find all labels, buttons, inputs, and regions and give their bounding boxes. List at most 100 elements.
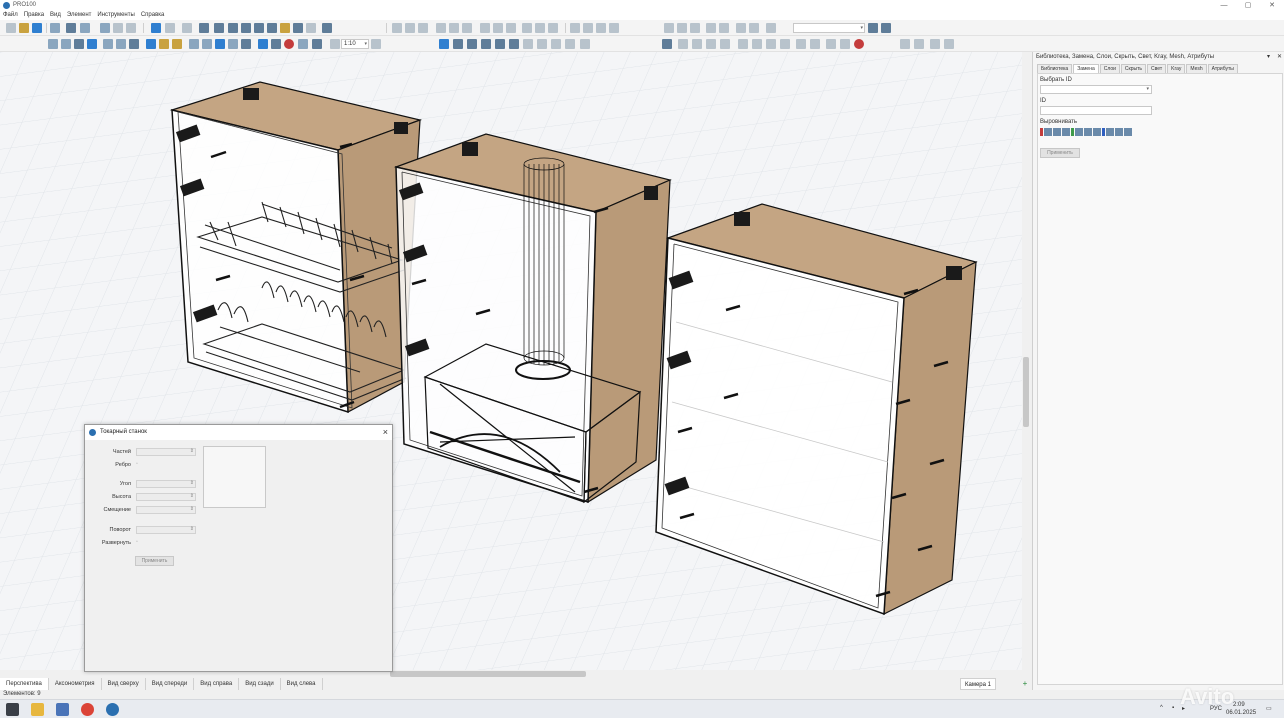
rotate-right-icon[interactable] xyxy=(535,23,545,33)
split-shape-icon[interactable] xyxy=(565,39,575,49)
align-center-d-icon[interactable] xyxy=(1115,128,1123,136)
snap-point-icon[interactable] xyxy=(258,39,268,49)
texture-icon[interactable] xyxy=(159,39,169,49)
tab-kray[interactable]: Kray xyxy=(1167,64,1186,73)
maximize-button[interactable]: ▢ xyxy=(1236,0,1260,10)
view-hidden-icon[interactable] xyxy=(116,39,126,49)
panel-close-icon[interactable]: ✕ xyxy=(1277,53,1282,60)
walls-icon[interactable] xyxy=(146,39,156,49)
align-top-icon[interactable] xyxy=(1075,128,1083,136)
align-center-icon[interactable] xyxy=(405,23,415,33)
align-left-icon[interactable] xyxy=(392,23,402,33)
layout-v-icon[interactable] xyxy=(914,39,924,49)
tab-attributes[interactable]: Атрибуты xyxy=(1207,64,1238,73)
layer-down-icon[interactable] xyxy=(749,23,759,33)
zoom-combo[interactable]: 1:10 ▾ xyxy=(341,39,369,49)
select-cursor-icon[interactable] xyxy=(439,39,449,49)
edge-checkbox[interactable]: ▫ xyxy=(136,461,138,467)
apply-button[interactable]: Применить xyxy=(1040,148,1080,158)
undo-icon[interactable] xyxy=(151,23,161,33)
bulb-icon[interactable] xyxy=(172,39,182,49)
zoom-out-icon[interactable] xyxy=(330,39,340,49)
stack-icon[interactable] xyxy=(706,23,716,33)
clock-time[interactable]: 2:09 xyxy=(1233,702,1245,708)
size-height-icon[interactable] xyxy=(677,23,687,33)
align-right-icon[interactable] xyxy=(1062,128,1070,136)
export-icon[interactable] xyxy=(50,23,60,33)
align-back-icon[interactable] xyxy=(1124,128,1132,136)
move-icon[interactable] xyxy=(271,39,281,49)
dialog-close-icon[interactable]: × xyxy=(383,427,388,437)
tab-back-view[interactable]: Вид сзади xyxy=(239,678,281,690)
network-icon[interactable]: ▪ xyxy=(1172,705,1174,711)
offset-spinner[interactable]: ⇕ xyxy=(136,506,196,514)
measure-icon[interactable] xyxy=(202,39,212,49)
file-explorer-icon[interactable] xyxy=(31,703,44,716)
rotate-y-icon[interactable] xyxy=(766,39,776,49)
rotate-z-icon[interactable] xyxy=(780,39,790,49)
view-shaded-icon[interactable] xyxy=(87,39,97,49)
copy-icon[interactable] xyxy=(113,23,123,33)
tab-light[interactable]: Свет xyxy=(1147,64,1167,73)
align-depth-edge-icon[interactable] xyxy=(1102,128,1105,136)
clock-date[interactable]: 06.01.2025 xyxy=(1226,710,1256,716)
tab-front-view[interactable]: Вид спереди xyxy=(146,678,195,690)
menu-edit[interactable]: Правка xyxy=(24,12,44,18)
panel-menu-icon[interactable]: ▾ xyxy=(1267,53,1270,60)
snap-top-icon[interactable] xyxy=(596,23,606,33)
dimension-icon[interactable] xyxy=(467,39,477,49)
properties-icon[interactable] xyxy=(182,23,192,33)
select-id-combo[interactable]: ▾ xyxy=(1040,85,1152,94)
search-icon[interactable] xyxy=(228,23,238,33)
align-front-icon[interactable] xyxy=(1106,128,1114,136)
align-left-icon[interactable] xyxy=(1044,128,1052,136)
print-preview-icon[interactable] xyxy=(80,23,90,33)
tag-icon[interactable] xyxy=(189,39,199,49)
menu-tools[interactable]: Инструменты xyxy=(97,12,134,18)
insert-icon[interactable] xyxy=(453,39,463,49)
tab-top-view[interactable]: Вид сверху xyxy=(102,678,146,690)
tab-mesh[interactable]: Mesh xyxy=(1186,64,1207,73)
view-cube-front-icon[interactable] xyxy=(48,39,58,49)
tab-perspective[interactable]: Перспектива xyxy=(0,678,49,690)
zoom-in-icon[interactable] xyxy=(371,39,381,49)
frame-icon[interactable] xyxy=(214,23,224,33)
cut-icon[interactable] xyxy=(100,23,110,33)
spacing-icon[interactable] xyxy=(462,23,472,33)
tab-layers[interactable]: Слои xyxy=(1099,64,1120,73)
view-wire-icon[interactable] xyxy=(103,39,113,49)
align-top-icon[interactable] xyxy=(480,23,490,33)
viewport-vertical-scrollbar[interactable] xyxy=(1022,52,1030,670)
layer-visibility-icon[interactable] xyxy=(881,23,891,33)
tray-up-icon[interactable]: ^ xyxy=(1160,705,1163,711)
app-pinned-icon[interactable] xyxy=(56,703,69,716)
dialog-apply-button[interactable]: Применить xyxy=(135,556,174,566)
fit-all-icon[interactable] xyxy=(662,39,672,49)
align-right-icon[interactable] xyxy=(418,23,428,33)
grid-icon[interactable] xyxy=(215,39,225,49)
paste-icon[interactable] xyxy=(126,23,136,33)
tab-right-view[interactable]: Вид справа xyxy=(194,678,240,690)
start-icon[interactable] xyxy=(6,703,19,716)
rotate-left-icon[interactable] xyxy=(522,23,532,33)
menu-help[interactable]: Справка xyxy=(141,12,165,18)
align-left-edge-icon[interactable] xyxy=(1040,128,1043,136)
camera-reset-icon[interactable] xyxy=(826,39,836,49)
cabinet-middle[interactable] xyxy=(393,133,672,504)
cabinet-left[interactable] xyxy=(169,81,423,414)
tab-replace[interactable]: Замена xyxy=(1073,64,1099,73)
tab-axonometry[interactable]: Аксонометрия xyxy=(49,678,102,690)
link-icon[interactable] xyxy=(267,23,277,33)
pen-icon[interactable] xyxy=(495,39,505,49)
cut-shape-icon[interactable] xyxy=(537,39,547,49)
align-top-edge-icon[interactable] xyxy=(1071,128,1074,136)
unfold-checkbox[interactable]: ▫ xyxy=(136,539,138,545)
menu-file[interactable]: Файл xyxy=(3,12,18,18)
distribute-h-icon[interactable] xyxy=(436,23,446,33)
view-cube-top-icon[interactable] xyxy=(61,39,71,49)
report-icon[interactable] xyxy=(306,23,316,33)
size-depth-icon[interactable] xyxy=(690,23,700,33)
zoom-window-icon[interactable] xyxy=(692,39,702,49)
view-solid-icon[interactable] xyxy=(129,39,139,49)
open-folder-icon[interactable] xyxy=(19,23,29,33)
